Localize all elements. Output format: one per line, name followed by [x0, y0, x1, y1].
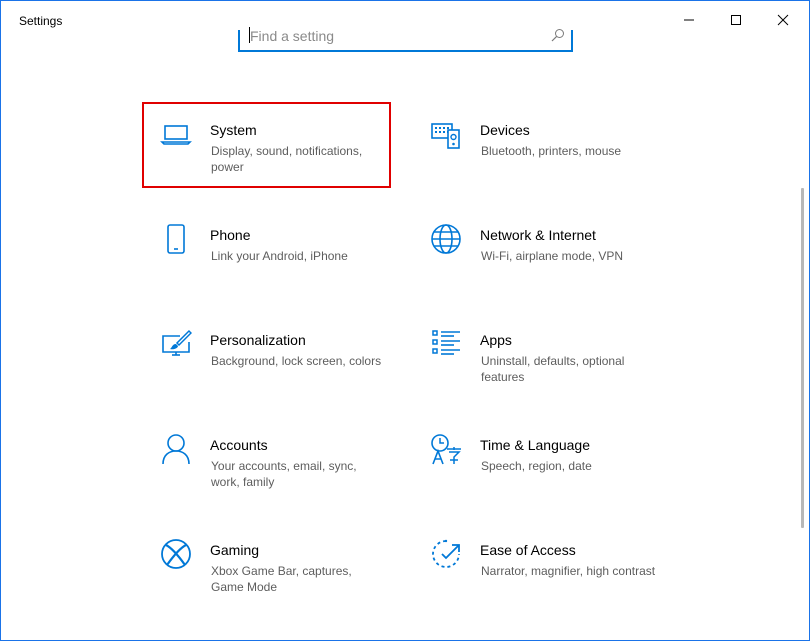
- phone-icon: [167, 224, 185, 254]
- xbox-icon: [161, 539, 191, 569]
- tile-name: Apps: [480, 332, 512, 348]
- ease-of-access-icon: [432, 539, 460, 568]
- maximize-button[interactable]: [713, 1, 759, 38]
- close-icon: [777, 14, 789, 25]
- tile-name: System: [210, 122, 257, 138]
- tile-name: Accounts: [210, 437, 268, 453]
- tile-apps[interactable]: Apps Uninstall, defaults, optional featu…: [414, 314, 659, 396]
- minimize-icon: [684, 19, 694, 20]
- apps-list-icon: [432, 330, 460, 355]
- tile-description: Display, sound, notifications, power: [211, 144, 363, 174]
- minimize-button[interactable]: [666, 1, 712, 38]
- search-placeholder: Find a setting: [250, 28, 335, 44]
- tile-accounts[interactable]: Accounts Your accounts, email, sync, wor…: [144, 419, 389, 501]
- settings-window: Settings Find a setting System Display, …: [0, 0, 810, 641]
- tile-personalization[interactable]: Personalization Background, lock screen,…: [144, 314, 389, 396]
- tile-gaming[interactable]: Gaming Xbox Game Bar, captures, Game Mod…: [144, 524, 389, 606]
- tile-description: Wi-Fi, airplane mode, VPN: [481, 249, 624, 263]
- keyboard-speaker-icon: [431, 123, 460, 149]
- tile-description: Xbox Game Bar, captures, Game Mode: [211, 564, 352, 594]
- tile-description: Link your Android, iPhone: [211, 249, 348, 263]
- globe-icon: [431, 224, 461, 254]
- person-icon: [162, 434, 190, 465]
- tile-description: Your accounts, email, sync, work, family: [211, 459, 357, 489]
- paint-brush-monitor-icon: [162, 329, 192, 356]
- maximize-icon: [731, 14, 741, 25]
- settings-home: Find a setting System Display, sound, no…: [1, 27, 809, 640]
- tile-phone[interactable]: Phone Link your Android, iPhone: [144, 209, 389, 291]
- laptop-icon: [160, 125, 192, 145]
- scrollbar[interactable]: [801, 188, 804, 528]
- tile-description: Bluetooth, printers, mouse: [481, 144, 622, 158]
- tile-name: Phone: [210, 227, 251, 243]
- tile-description: Background, lock screen, colors: [211, 354, 382, 368]
- tile-system[interactable]: System Display, sound, notifications, po…: [142, 102, 391, 188]
- tile-description: Narrator, magnifier, high contrast: [481, 564, 656, 578]
- search-icon[interactable]: [551, 28, 565, 42]
- tile-ease-of-access[interactable]: Ease of Access Narrator, magnifier, high…: [414, 524, 659, 606]
- tile-name: Devices: [480, 122, 530, 138]
- time-language-icon: [431, 434, 461, 465]
- window-title: Settings: [19, 14, 63, 28]
- tile-name: Ease of Access: [480, 542, 576, 558]
- tile-devices[interactable]: Devices Bluetooth, printers, mouse: [414, 104, 659, 186]
- close-button[interactable]: [760, 1, 806, 38]
- tile-network-internet[interactable]: Network & Internet Wi-Fi, airplane mode,…: [414, 209, 659, 291]
- tile-time-language[interactable]: Time & Language Speech, region, date: [414, 419, 659, 501]
- tile-name: Network & Internet: [480, 227, 596, 243]
- tile-name: Time & Language: [480, 437, 590, 453]
- tile-description: Speech, region, date: [481, 459, 592, 473]
- tile-name: Personalization: [210, 332, 306, 348]
- search-input[interactable]: Find a setting: [238, 27, 573, 52]
- tile-name: Gaming: [210, 542, 260, 558]
- tile-description: Uninstall, defaults, optional features: [481, 354, 625, 384]
